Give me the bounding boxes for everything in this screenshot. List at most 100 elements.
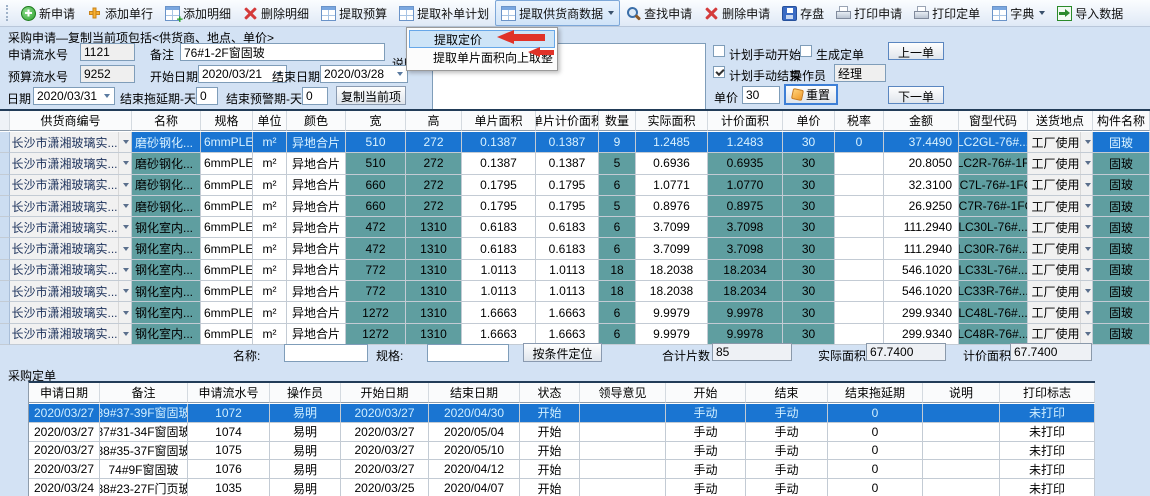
cell-print_flag[interactable]: 未打印 bbox=[1000, 442, 1095, 461]
cell-qty[interactable]: 5 bbox=[599, 196, 636, 217]
orders-grid-row[interactable]: 2020/03/2788#35-37F窗固玻1075易明2020/03/2720… bbox=[29, 442, 1095, 461]
cell-req_no[interactable]: 1075 bbox=[188, 442, 270, 461]
cell-name[interactable]: 磨砂钢化... bbox=[132, 196, 201, 217]
cell-spec[interactable]: 6mmPLE... bbox=[201, 217, 253, 238]
cell-window_code[interactable]: LC33R-76#... bbox=[959, 281, 1028, 302]
cell-actual_area[interactable]: 0.6936 bbox=[636, 153, 708, 174]
orders-column-header-remark[interactable]: 备注 bbox=[100, 383, 188, 403]
cell-actual_area[interactable]: 0.8976 bbox=[636, 196, 708, 217]
cell-width[interactable]: 510 bbox=[346, 153, 406, 174]
cell-priced_area[interactable]: 18.2034 bbox=[708, 260, 783, 281]
cell-amount[interactable]: 299.9340 bbox=[884, 302, 959, 323]
cell-end_date[interactable]: 2020/05/04 bbox=[429, 423, 520, 442]
cell-supplier[interactable]: 长沙市潇湘玻璃实... bbox=[10, 175, 132, 196]
cell-supplier[interactable]: 长沙市潇湘玻璃实... bbox=[10, 132, 132, 153]
cell-name[interactable]: 磨砂钢化... bbox=[132, 175, 201, 196]
cell-color[interactable]: 异地合片 bbox=[287, 324, 346, 345]
cell-actual_area[interactable]: 3.7099 bbox=[636, 217, 708, 238]
cell-priced_area[interactable]: 1.2483 bbox=[708, 132, 783, 153]
cell-unit[interactable]: m² bbox=[253, 175, 287, 196]
cell-delivery_place[interactable]: 工厂使用 bbox=[1028, 281, 1093, 302]
toolbar-button-dictionary[interactable]: 字典 bbox=[986, 0, 1051, 26]
cell-qty[interactable]: 6 bbox=[599, 217, 636, 238]
cell-color[interactable]: 异地合片 bbox=[287, 153, 346, 174]
cell-window_code[interactable]: LC48R-76#... bbox=[959, 324, 1028, 345]
orders-column-header-leader_opinion[interactable]: 领导意见 bbox=[580, 383, 666, 403]
cell-piece_area[interactable]: 0.1387 bbox=[462, 132, 536, 153]
filter-spec-input[interactable] bbox=[427, 344, 509, 362]
cell-operator[interactable]: 易明 bbox=[270, 460, 341, 479]
cell-supplier[interactable]: 长沙市潇湘玻璃实... bbox=[10, 217, 132, 238]
detail-column-header-width[interactable]: 宽 bbox=[346, 111, 406, 131]
cell-print_flag[interactable]: 未打印 bbox=[1000, 404, 1095, 423]
chevron-down-icon[interactable] bbox=[1080, 281, 1093, 301]
toolbar-button-print_request[interactable]: 打印申请 bbox=[830, 0, 908, 26]
unit-price-input[interactable] bbox=[742, 86, 780, 104]
cell-width[interactable]: 772 bbox=[346, 281, 406, 302]
cell-piece_area[interactable]: 0.6183 bbox=[462, 217, 536, 238]
cell-color[interactable]: 异地合片 bbox=[287, 196, 346, 217]
cell-leader_opinion[interactable] bbox=[580, 460, 666, 479]
detail-grid-row[interactable]: 长沙市潇湘玻璃实...钢化室内...6mmPLE...m²异地合片4721310… bbox=[0, 238, 1150, 259]
chevron-down-icon[interactable] bbox=[1080, 302, 1093, 322]
cell-remark[interactable]: 87#31-34F窗固玻 bbox=[100, 423, 188, 442]
cell-note[interactable] bbox=[923, 460, 1000, 479]
cell-spec[interactable]: 6mmPLE... bbox=[201, 132, 253, 153]
cell-window_code[interactable]: LC7L-76#-1FO bbox=[959, 175, 1028, 196]
checkbox-generate-order[interactable] bbox=[800, 45, 812, 57]
cell-spec[interactable]: 6mmPLE... bbox=[201, 153, 253, 174]
cell-delivery_place[interactable]: 工厂使用 bbox=[1028, 238, 1093, 259]
detail-column-header-piece_area[interactable]: 单片面积 bbox=[462, 111, 536, 131]
detail-row-indicator[interactable] bbox=[0, 260, 10, 281]
cell-height[interactable]: 1310 bbox=[406, 281, 462, 302]
cell-req_date[interactable]: 2020/03/24 bbox=[29, 479, 100, 496]
cell-supplier[interactable]: 长沙市潇湘玻璃实... bbox=[10, 153, 132, 174]
toolbar-button-find_request[interactable]: 查找申请 bbox=[620, 0, 698, 26]
cell-actual_area[interactable]: 9.9979 bbox=[636, 302, 708, 323]
cell-color[interactable]: 异地合片 bbox=[287, 260, 346, 281]
orders-column-header-end[interactable]: 结束 bbox=[746, 383, 828, 403]
cell-width[interactable]: 472 bbox=[346, 238, 406, 259]
chevron-down-icon[interactable] bbox=[118, 153, 132, 173]
toolbar-button-new_request[interactable]: 新申请 bbox=[15, 0, 81, 26]
chevron-down-icon[interactable] bbox=[118, 217, 132, 237]
cell-end_delay[interactable]: 0 bbox=[828, 442, 923, 461]
detail-column-header-color[interactable]: 颜色 bbox=[287, 111, 346, 131]
cell-actual_area[interactable]: 3.7099 bbox=[636, 238, 708, 259]
detail-column-header-supplier[interactable]: 供货商编号 bbox=[10, 111, 132, 131]
cell-piece_priced_area[interactable]: 0.6183 bbox=[536, 217, 599, 238]
checkbox-plan-manual-end[interactable] bbox=[713, 66, 725, 78]
chevron-down-icon[interactable] bbox=[1080, 175, 1093, 195]
cell-req_date[interactable]: 2020/03/27 bbox=[29, 442, 100, 461]
toolbar-button-extract_supplement_plan[interactable]: 提取补单计划 bbox=[393, 0, 495, 26]
cell-unit_price[interactable]: 30 bbox=[783, 132, 835, 153]
cell-unit[interactable]: m² bbox=[253, 281, 287, 302]
cell-qty[interactable]: 9 bbox=[599, 132, 636, 153]
cell-height[interactable]: 1310 bbox=[406, 238, 462, 259]
cell-width[interactable]: 1272 bbox=[346, 302, 406, 323]
cell-end_delay[interactable]: 0 bbox=[828, 479, 923, 496]
cell-delivery_place[interactable]: 工厂使用 bbox=[1028, 175, 1093, 196]
cell-part_name[interactable]: 固玻 bbox=[1093, 324, 1150, 345]
cell-name[interactable]: 磨砂钢化... bbox=[132, 132, 201, 153]
cell-piece_priced_area[interactable]: 0.1795 bbox=[536, 196, 599, 217]
cell-amount[interactable]: 37.4490 bbox=[884, 132, 959, 153]
cell-amount[interactable]: 299.9340 bbox=[884, 324, 959, 345]
cell-print_flag[interactable]: 未打印 bbox=[1000, 423, 1095, 442]
cell-status[interactable]: 开始 bbox=[520, 404, 580, 423]
cell-color[interactable]: 异地合片 bbox=[287, 238, 346, 259]
cell-tax_rate[interactable] bbox=[835, 196, 884, 217]
chevron-down-icon[interactable] bbox=[393, 66, 407, 82]
detail-column-header-amount[interactable]: 金额 bbox=[884, 111, 959, 131]
cell-note[interactable] bbox=[923, 423, 1000, 442]
cell-supplier[interactable]: 长沙市潇湘玻璃实... bbox=[10, 238, 132, 259]
cell-height[interactable]: 1310 bbox=[406, 324, 462, 345]
cell-priced_area[interactable]: 3.7098 bbox=[708, 217, 783, 238]
toolbar-button-delete_request[interactable]: 删除申请 bbox=[698, 0, 776, 26]
combo-delivery_place[interactable]: 工厂使用 bbox=[1028, 324, 1093, 344]
cell-start[interactable]: 手动 bbox=[666, 423, 746, 442]
cell-unit[interactable]: m² bbox=[253, 238, 287, 259]
cell-supplier[interactable]: 长沙市潇湘玻璃实... bbox=[10, 324, 132, 345]
toolbar-button-add_detail[interactable]: 添加明细 bbox=[159, 0, 237, 26]
cell-window_code[interactable]: LC7R-76#-1FO bbox=[959, 196, 1028, 217]
